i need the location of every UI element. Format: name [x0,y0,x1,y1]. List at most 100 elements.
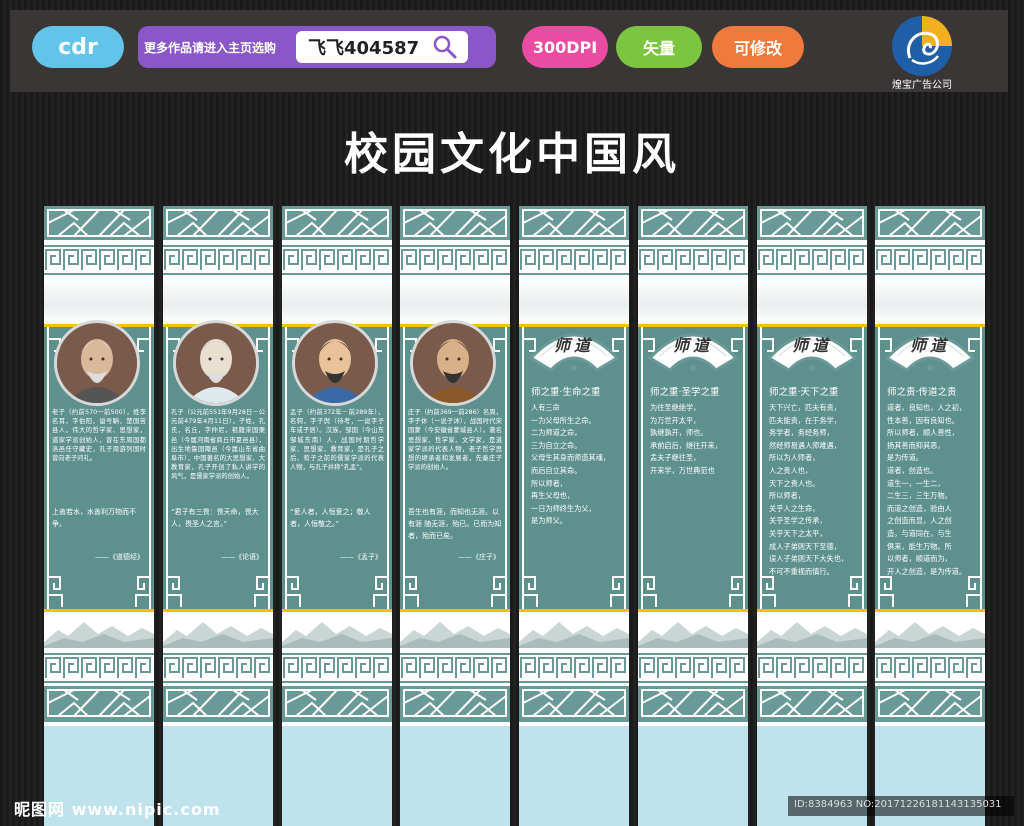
bio-text: 老子（约前570一前500），姓李名耳，字伯阳，谥号聃，楚国苦县人，伟大的哲学家… [52,409,146,463]
portrait-frame [54,320,140,406]
tag-vector-label: 矢量 [642,39,675,58]
portrait-2-icon [176,323,256,403]
quote-source: ——《道德经》 [95,553,144,561]
section-heading: 师之贵·传道之贵 [887,387,957,398]
lattice-bottom [44,686,154,720]
meander-border-bottom [282,653,392,683]
culture-panel-4: 庄子（约前369一前286）名周，字子休（一说子沐），战国时代宋国蒙（今安徽省蒙… [400,206,510,826]
section-heading: 师之重·天下之重 [769,387,839,398]
panel-content: 庄子（约前369一前286）名周，字子休（一说子沐），战国时代宋国蒙（今安徽省蒙… [406,206,504,612]
text-line: 天下之贵人也。 [769,478,820,488]
text-line: 性本善，因有良知也。 [887,415,959,425]
panel-content: 师道 师之重·天下之重 天下兴亡，匹夫有责， 匹夫能责，在于务学， 务学者，务经务师… [763,206,861,612]
meander-border-bottom [638,653,748,683]
text-line: 然经师易遇人师难遇， [769,440,841,450]
text-line: 之创造而显，人之创 [887,516,952,526]
quote-text: “君子有三畏：畏天命，畏大人，畏圣人之言。” [171,508,259,528]
watermark-text: 昵图网 www.nipic.com [14,800,221,819]
fan-calligraphy: 师道 [909,336,950,355]
meander-border-bottom [400,653,510,683]
text-line: 关乎人之生命， [769,503,820,513]
text-line: 匹夫能责，在于务学， [769,415,841,425]
culture-panel-6: 师道 师之重·圣学之重 为往圣继绝学， 为万世开太平， 孰继孰开，师也。 承前启后，继… [638,206,748,826]
quote-text: 吾生也有涯，而知也无涯。以有涯 随无涯，殆已。已而为知者，殆而已矣。 [408,508,502,540]
text-line: 所以师者， [531,478,567,488]
text-line: 是为师父。 [531,516,567,526]
portrait-4-icon [413,323,493,403]
text-line: 开来学，万世典范也 [650,465,715,475]
panel-content: 孔子（公元前551年9月28日－公元前479年4月11日），子姓，孔氏，名丘，字… [169,206,267,612]
section-lines: 道者，良知也，人之初， 性本善，因有良知也。 所以师者，顺人善性， 扬其善而抑其恶， 是… [887,402,979,578]
culture-panel-1: 老子（约前570一前500），姓李名耳，字伯阳，谥号聃，楚国苦县人，伟大的哲学家… [44,206,154,826]
lattice-bottom [638,686,748,720]
text-line: 开人之创造，是为传道。 [887,566,967,576]
fan-calligraphy: 师道 [791,336,832,355]
mountain-landscape [757,612,867,648]
section-lines: 天下兴亡，匹夫有责， 匹夫能责，在于务学， 务学者，务经务师， 然经师易遇人师难遇， 所… [769,402,861,578]
text-line: 人之贵人也， [769,465,813,475]
promo-bar[interactable]: 更多作品请进入主页选购 飞飞404587 [138,26,496,68]
company-name: 煌宝广告公司 [892,80,952,91]
text-line: 误人子弟则天下大失也， [769,554,849,564]
shop-search-box[interactable]: 飞飞404587 [296,31,468,63]
panel-content: 师道 师之重·圣学之重 为往圣继绝学， 为万世开太平， 孰继孰开，师也。 承前启后，继… [644,206,742,612]
format-badge: cdr [32,26,124,68]
text-line: 所以师者，顺人善性， [887,428,959,438]
panel-content: 师道 师之重·生命之重 人有三命 一为父母所生之命。 二为师道之命， 三为自立之命。父… [525,206,623,612]
mountain-landscape [519,612,629,648]
text-line: 扬其善而抑其恶， [887,440,945,450]
format-label: cdr [58,34,98,60]
text-line: 关乎天下之太平， [769,528,827,538]
meander-border-bottom [519,653,629,683]
lattice-bottom [519,686,629,720]
text-line: 天下兴亡，匹夫有责， [769,403,841,412]
text-line: 孰继孰开，师也。 [650,428,708,438]
meander-border-bottom [44,653,154,683]
mountain-landscape [163,612,273,648]
meander-border-bottom [163,653,273,683]
sky-band [282,726,392,826]
text-line: 为万世开太平， [650,415,701,425]
text-line: 二生三，三生万物。 [887,491,952,501]
quote-text: “爱人者，人恒爱之；敬人者，人恒敬之。” [290,508,371,528]
text-line: 孟夫子继往圣， [650,453,701,463]
text-line: 造，与道同在，与生 [887,528,952,538]
text-line: 承前启后，继往开来， [650,440,722,450]
shop-id: 飞飞404587 [308,38,420,59]
text-line: 为往圣继绝学， [650,403,701,412]
bio-text: 孟子（约前372年－前289年），名轲，字子舆（待考，一说字子车或子居）。汉族，… [290,409,384,472]
quote-text: 上善若水，水善利万物而不争。 [52,508,136,528]
text-line: 三为自立之命。 [531,440,582,450]
text-line: 父母生其身而师造其魂， [531,453,611,463]
mountain-landscape [875,612,985,648]
portrait-frame [173,320,259,406]
culture-panel-5: 师道 师之重·生命之重 人有三命 一为父母所生之命。 二为师道之命， 三为自立之命。父… [519,206,629,826]
text-line: 所以为人师者， [769,453,820,463]
text-line: 成人子弟则天下至德， [769,541,841,551]
lattice-bottom [282,686,392,720]
tag-editable: 可修改 [712,26,804,68]
text-line: 道者，良知也，人之初， [887,403,967,412]
image-id-line: ID:8384963 NO:20171226181143135031 [788,796,1014,816]
bio-text: 庄子（约前369一前286）名周，字子休（一说子沐），战国时代宋国蒙（今安徽省蒙… [408,409,502,472]
mountain-landscape [638,612,748,648]
text-line: 一为父母所生之命。 [531,415,596,425]
tag-dpi: 300DPI [522,26,608,68]
lattice-bottom [875,686,985,720]
lattice-bottom [163,686,273,720]
top-banner: cdr 更多作品请进入主页选购 飞飞404587 300DPI 矢量 可修改 煌… [10,10,1008,92]
tag-editable-label: 可修改 [733,39,782,58]
panel-content: 孟子（约前372年－前289年），名轲，字子舆（待考，一说字子车或子居）。汉族，… [288,206,386,612]
company-logo-icon [892,16,952,76]
search-icon[interactable] [432,34,458,60]
sky-band [519,726,629,826]
text-line: 道者，创造也。 [887,465,938,475]
text-line: 不可不重视而慎行。 [769,566,834,576]
portrait-frame [292,320,378,406]
text-line: 人有三命 [531,403,560,412]
text-line: 一日为师终生为父， [531,503,596,513]
text-line: 所以师者， [769,491,805,501]
culture-panel-2: 孔子（公元前551年9月28日－公元前479年4月11日），子姓，孔氏，名丘，字… [163,206,273,826]
quote-source: ——《论语》 [221,553,263,561]
page-title: 校园文化中国风 [344,129,680,180]
